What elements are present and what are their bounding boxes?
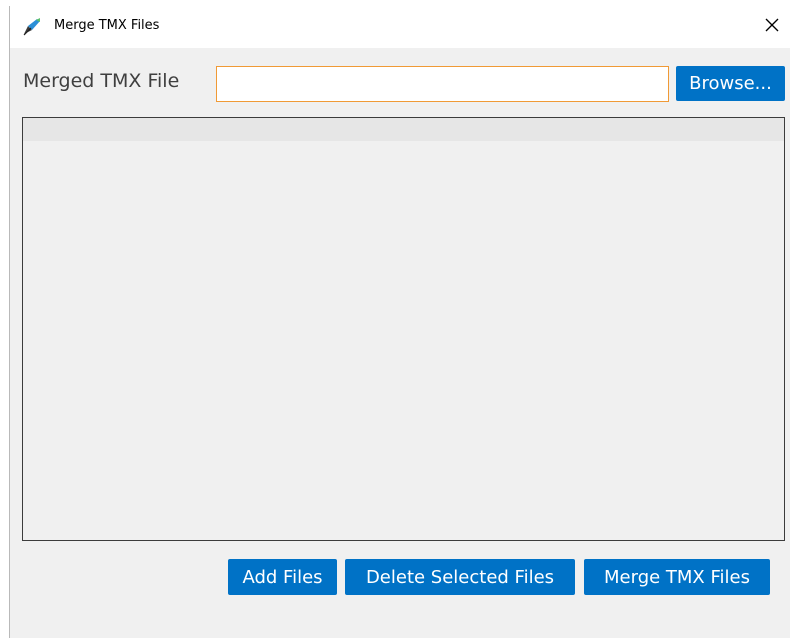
title-bar: Merge TMX Files (10, 6, 790, 48)
merge-tmx-files-button[interactable]: Merge TMX Files (584, 559, 770, 595)
file-list[interactable] (22, 117, 785, 541)
close-icon (765, 18, 779, 37)
merged-file-input[interactable] (216, 66, 669, 102)
add-files-button[interactable]: Add Files (228, 559, 337, 595)
file-list-header (23, 118, 784, 141)
close-button[interactable] (754, 6, 790, 48)
window-title: Merge TMX Files (54, 18, 160, 33)
browse-button[interactable]: Browse... (676, 66, 785, 101)
merged-file-label: Merged TMX File (23, 70, 180, 92)
delete-selected-files-button[interactable]: Delete Selected Files (345, 559, 575, 595)
merge-tmx-dialog: Merge TMX Files Merged TMX File Browse..… (9, 6, 790, 638)
feather-pen-icon (22, 17, 42, 37)
